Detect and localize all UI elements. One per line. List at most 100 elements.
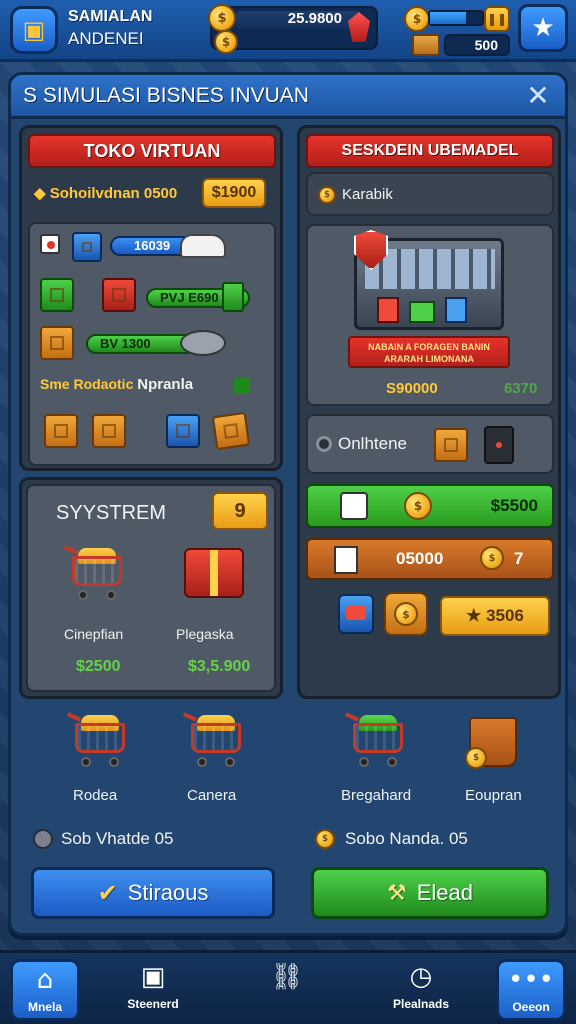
flag-icon <box>40 234 60 254</box>
system-item2-value: $3,5.900 <box>188 658 251 675</box>
business-sim-panel: S SIMULASI BISNES INVUAN ✕ TOKO VIRTUAN … <box>8 72 568 936</box>
device-icon[interactable] <box>484 426 514 464</box>
crate-icon[interactable] <box>211 411 251 451</box>
orange-value: 05000 <box>396 549 444 568</box>
cart-label-4: Eoupran <box>465 787 522 804</box>
system-item1-label: Cinepfian <box>64 626 124 642</box>
coin-stack-icon: $ <box>480 546 504 570</box>
panel-title: S SIMULASI BISNES INVUAN <box>23 84 309 107</box>
top-hud: ▣ SAMIALAN ANDENEI $ $ 25.9800 $ ❚❚ 500 … <box>0 0 576 62</box>
nav-steenerd[interactable]: ▣ Steenerd <box>118 959 188 1021</box>
store-summary-value[interactable]: $1900 <box>202 178 266 208</box>
stirous-button[interactable]: ✔ Stiraous <box>31 867 275 919</box>
hammer-icon: ⚒ <box>386 880 407 905</box>
model-value-1: S90000 <box>386 380 438 397</box>
system-title: SYYSTREM <box>56 502 167 524</box>
cart-canera-icon[interactable] <box>182 709 247 769</box>
shopping-cart-icon[interactable] <box>63 542 128 602</box>
left-info-icon <box>33 829 53 849</box>
home-icon: ⌂ <box>36 965 54 995</box>
crate-icon <box>412 34 440 56</box>
box-value: 500 <box>444 34 510 56</box>
cart-label-2: Canera <box>187 787 237 804</box>
system-badge[interactable]: 9 <box>212 492 268 530</box>
orange-value-row[interactable]: 05000 $ 7 <box>306 538 554 580</box>
left-store-card: TOKO VIRTUAN ◆ Sohoilvdnan 0500 $1900 16… <box>19 125 283 471</box>
coin-icon: $ <box>214 30 238 54</box>
cart-label-1: Rodea <box>73 787 118 804</box>
elead-label: Elead <box>416 880 473 905</box>
bucket-icon[interactable]: $ <box>465 717 517 769</box>
settings-badge-button[interactable]: $ <box>384 592 428 636</box>
nav-steenerd-label: Steenerd <box>127 997 179 1011</box>
online-label: Onlhtene <box>338 434 407 453</box>
energy-bar <box>428 10 484 26</box>
storefront-subpanel: NABAIN A FORAGEN BANIN ARARAH LIMONANA S… <box>306 224 554 406</box>
model-sub-label: Karabik <box>342 186 393 203</box>
chat-icon: ••• <box>508 965 555 995</box>
product-box-icon[interactable] <box>72 232 102 262</box>
hud-title-line2: ANDENEI <box>68 29 144 48</box>
elead-button[interactable]: ⚒ Elead <box>311 867 549 919</box>
green-value: $5500 <box>490 496 538 515</box>
stirous-label: Stiraous <box>127 880 209 905</box>
nav-chain[interactable]: ⛓ <box>252 959 322 1021</box>
banner-ribbon: NABAIN A FORAGEN BANIN ARARAH LIMONANA <box>348 336 510 368</box>
phone-icon[interactable] <box>222 282 244 312</box>
chain-icon: ⛓ <box>270 962 304 992</box>
product-crate-icon[interactable] <box>40 326 74 360</box>
favorites-star-button[interactable]: ★ <box>518 4 568 52</box>
bottom-nav: ⌂ Mnela ▣ Steenerd ⛓ ◷ Plealnads ••• Oee… <box>0 950 576 1024</box>
online-subpanel: Onlhtene <box>306 414 554 474</box>
gear-icon <box>316 436 332 452</box>
coin-icon: $ <box>318 186 336 204</box>
green-value-row[interactable]: $ $5500 <box>306 484 554 528</box>
money-counter[interactable]: $ $ 25.9800 <box>208 4 378 54</box>
coin-icon: $ <box>404 492 432 520</box>
nav-home[interactable]: ⌂ Mnela <box>10 959 80 1021</box>
system-subpanel: SYYSTREM 9 Cinepfian Plegaska $2500 $3,5… <box>26 484 276 692</box>
right-info-coin-icon: $ <box>315 829 335 849</box>
page-icon <box>334 546 358 574</box>
store-summary-label: ◆ Sohoilvdnan 0500 <box>34 185 178 202</box>
crate-icon[interactable] <box>44 414 78 448</box>
box-blue-icon[interactable] <box>166 414 200 448</box>
check-badge-icon <box>234 378 250 394</box>
close-icon[interactable]: ✕ <box>521 79 555 113</box>
clock-icon: ◷ <box>409 962 433 992</box>
model-value-2: 6370 <box>504 380 538 397</box>
product-cube-green-icon[interactable] <box>40 278 74 312</box>
nav-plealnads[interactable]: ◷ Plealnads <box>386 959 456 1021</box>
car-icon[interactable] <box>180 234 226 258</box>
model-sublabel-row: $ Karabik <box>306 172 554 216</box>
nav-oeeon[interactable]: ••• Oeeon <box>496 959 566 1021</box>
nav-plealnads-label: Plealnads <box>392 997 450 1011</box>
pause-icon[interactable]: ❚❚ <box>484 6 510 32</box>
check-icon: ✔ <box>97 879 118 907</box>
left-info-text: Sob Vhatde 05 <box>61 829 174 848</box>
yellow-value-button[interactable]: ★ 3506 <box>440 596 550 636</box>
cart-rodea-icon[interactable] <box>66 709 131 769</box>
robot-vacuum-icon[interactable] <box>180 330 226 356</box>
frame-icon: ▣ <box>140 962 166 992</box>
system-card: SYYSTREM 9 Cinepfian Plegaska $2500 $3,5… <box>19 477 283 699</box>
gift-box-icon[interactable] <box>184 548 244 598</box>
cart-bregahard-icon[interactable] <box>344 709 409 769</box>
resource-counter[interactable]: $ ❚❚ 500 <box>404 6 510 56</box>
cupcake-icon <box>340 492 368 520</box>
panel-header: S SIMULASI BISNES INVUAN ✕ <box>11 75 565 119</box>
right-info-text: Sobo Nanda. 05 <box>345 829 468 848</box>
system-item1-value: $2500 <box>76 658 121 675</box>
business-logo-icon[interactable]: ▣ <box>10 6 58 54</box>
coin-icon: $ <box>208 4 236 32</box>
system-item2-label: Plegaska <box>176 626 234 642</box>
product-cube-red-icon[interactable] <box>102 278 136 312</box>
crate-icon[interactable] <box>92 414 126 448</box>
cart-label-3: Bregahard <box>341 787 412 804</box>
nav-home-label: Mnela <box>27 1000 62 1014</box>
package-icon[interactable] <box>434 428 468 462</box>
hud-title: SAMIALAN ANDENEI <box>68 6 198 50</box>
truck-button[interactable] <box>338 594 374 634</box>
orange-count: 7 <box>514 549 524 568</box>
model-header: SESKDEIN UBEMADEL <box>306 134 554 168</box>
